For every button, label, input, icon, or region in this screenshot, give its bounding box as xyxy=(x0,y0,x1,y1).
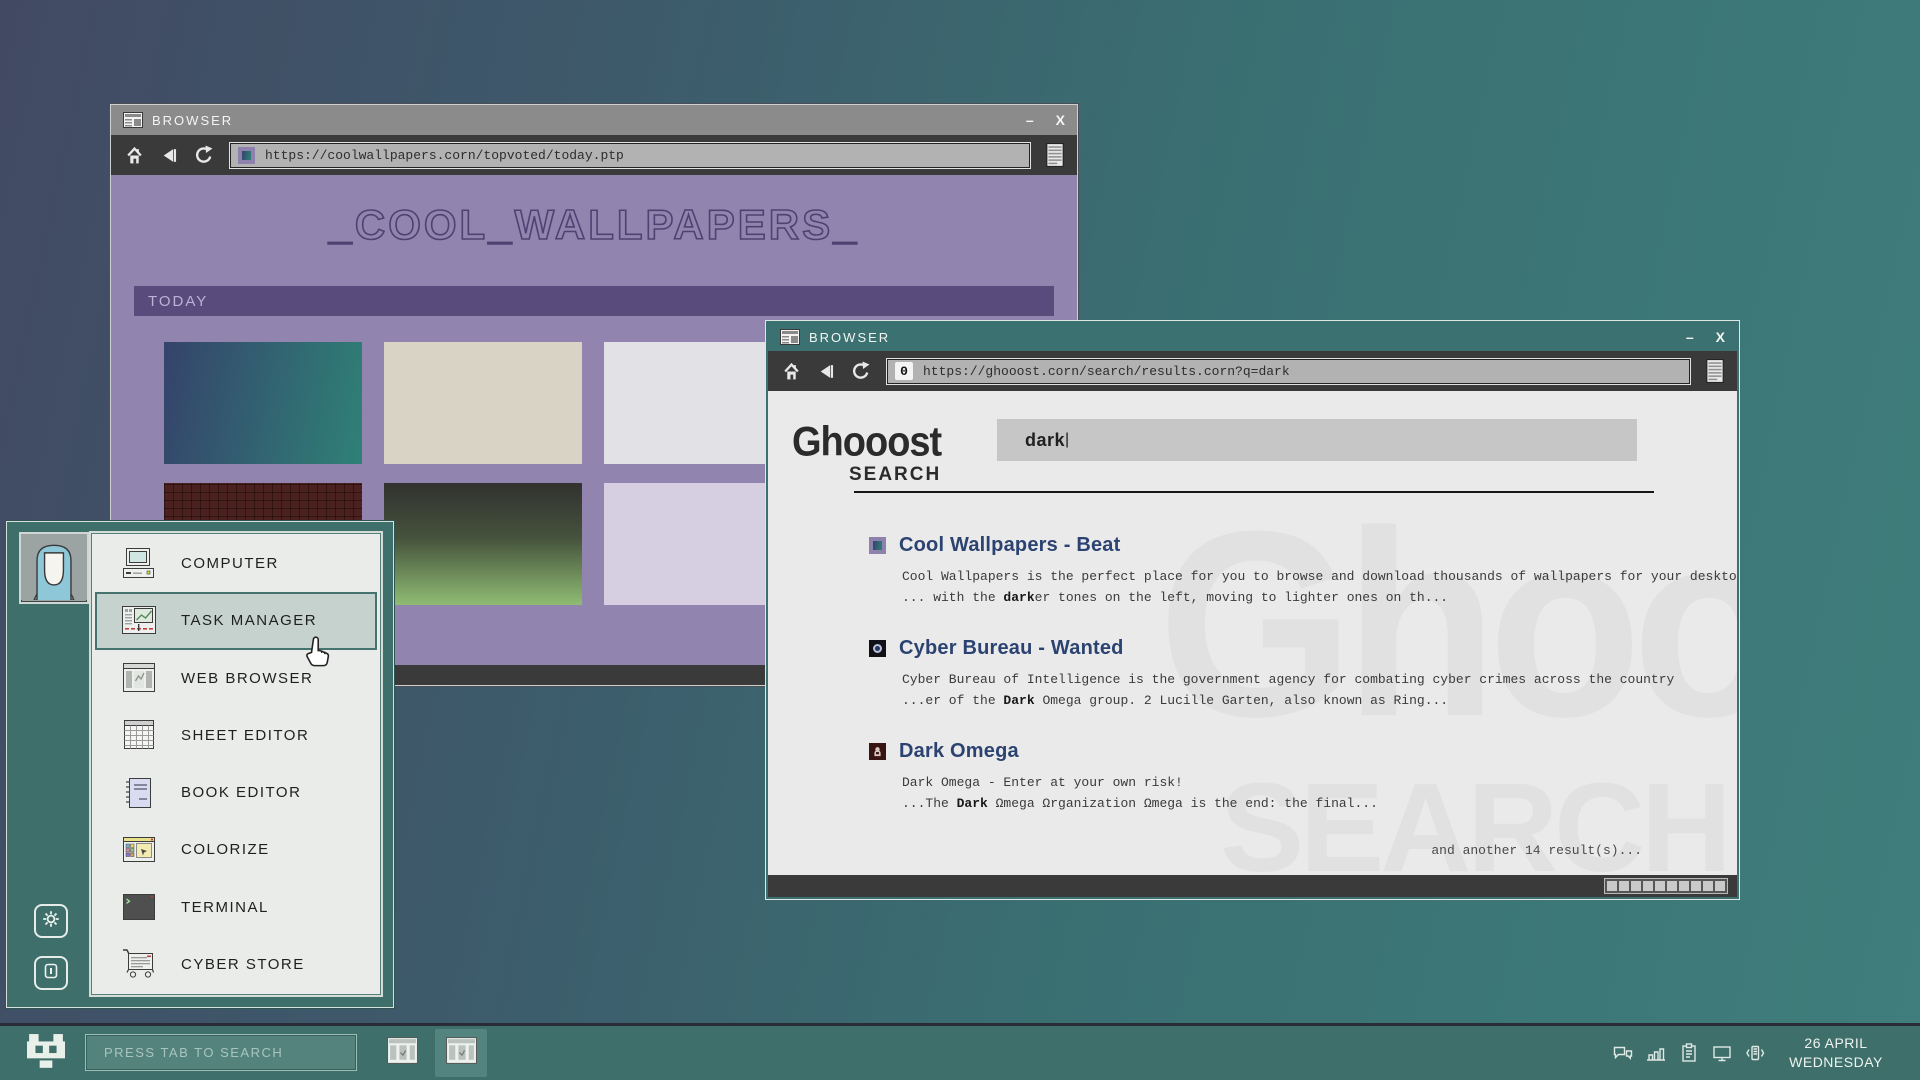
home-icon[interactable] xyxy=(781,361,801,381)
menu-item-cyber-store[interactable]: CYBER STORE xyxy=(95,936,377,993)
chat-icon[interactable] xyxy=(1612,1042,1634,1064)
search-result: Cyber Bureau - Wanted Cyber Bureau of In… xyxy=(869,637,1709,711)
mouse-cursor-hand xyxy=(302,636,332,670)
menu-item-book-editor[interactable]: BOOK EDITOR xyxy=(95,764,377,821)
avatar[interactable] xyxy=(19,532,89,604)
url-text: https://coolwallpapers.corn/topvoted/tod… xyxy=(265,148,624,163)
menu-item-colorize[interactable]: COLORIZE xyxy=(95,821,377,878)
back-icon[interactable] xyxy=(816,361,836,381)
result-snippet: ... with the darker tones on the left, m… xyxy=(902,587,1709,608)
clock-date: 26 APRIL WEDNESDAY xyxy=(1786,1034,1886,1072)
result-snippet: Cool Wallpapers is the perfect place for… xyxy=(902,566,1709,587)
start-button[interactable] xyxy=(24,1035,68,1073)
colorize-icon xyxy=(117,833,161,867)
cool-wallpapers-favicon xyxy=(238,147,255,164)
reader-icon[interactable] xyxy=(1706,359,1724,383)
result-snippet: ...er of the Dark Omega group. 2 Lucille… xyxy=(902,690,1709,711)
settings-button[interactable] xyxy=(34,904,68,938)
task-manager-icon xyxy=(117,604,161,638)
window-titlebar[interactable]: BROWSER – X xyxy=(111,105,1077,135)
menu-item-computer[interactable]: COMPUTER xyxy=(95,535,377,592)
web-browser-icon xyxy=(117,661,161,695)
ghooost-logo: Ghooost SEARCH xyxy=(792,419,941,486)
browser-toolbar: 0 https://ghooost.corn/search/results.co… xyxy=(768,351,1737,391)
power-icon xyxy=(41,961,61,986)
wallpaper-thumbnail[interactable] xyxy=(384,483,582,605)
browser-app-icon xyxy=(780,327,800,347)
search-result: Dark Omega Dark Omega - Enter at your ow… xyxy=(869,740,1709,814)
result-snippet: Dark Omega - Enter at your own risk! xyxy=(902,772,1709,793)
reader-icon[interactable] xyxy=(1046,143,1064,167)
cyber-bureau-favicon xyxy=(869,640,886,657)
desktop: { "desktop": { "background_css": "linear… xyxy=(0,0,1920,1080)
result-link[interactable]: Dark Omega xyxy=(899,740,1019,763)
segmented-progress-bar xyxy=(1604,878,1728,894)
home-icon[interactable] xyxy=(124,145,144,165)
ghooost-search-page: Ghooost SEARCH Ghooost SEARCH dark| Cool… xyxy=(768,391,1737,875)
url-bar[interactable]: 0 https://ghooost.corn/search/results.co… xyxy=(886,358,1691,385)
window-titlebar[interactable]: BROWSER – X xyxy=(768,323,1737,351)
window-title: BROWSER xyxy=(152,113,233,128)
power-button[interactable] xyxy=(34,956,68,990)
refresh-icon[interactable] xyxy=(851,361,871,381)
search-input[interactable]: dark| xyxy=(997,419,1637,461)
settings-gear-icon xyxy=(41,909,61,934)
result-link[interactable]: Cyber Bureau - Wanted xyxy=(899,637,1124,660)
browser-toolbar: https://coolwallpapers.corn/topvoted/tod… xyxy=(111,135,1077,175)
today-label: TODAY xyxy=(148,293,208,310)
browser-window-icon xyxy=(446,1037,477,1069)
phone-alert-icon[interactable] xyxy=(1744,1042,1766,1064)
taskbar-window-button[interactable] xyxy=(376,1029,428,1077)
divider xyxy=(854,491,1654,493)
cool-wallpapers-favicon xyxy=(869,537,886,554)
signal-bars-icon[interactable] xyxy=(1645,1042,1667,1064)
result-snippet: Cyber Bureau of Intelligence is the gove… xyxy=(902,669,1709,690)
site-title: _COOL_WALLPAPERS_ xyxy=(111,201,1077,249)
menu-item-task-manager[interactable]: TASK MANAGER xyxy=(95,592,377,649)
sheet-editor-icon xyxy=(117,718,161,752)
browser-window-icon xyxy=(387,1037,418,1069)
back-icon[interactable] xyxy=(159,145,179,165)
window-statusbar xyxy=(768,875,1737,897)
start-menu-app-list: COMPUTER TASK MANAGER WEB BROWSER SHEET … xyxy=(89,531,383,997)
browser-app-icon xyxy=(123,110,143,130)
clipboard-icon[interactable] xyxy=(1678,1042,1700,1064)
browser-window-front: BROWSER – X 0 https://ghooost.corn/searc… xyxy=(766,321,1739,899)
taskbar-search[interactable]: PRESS TAB TO SEARCH xyxy=(85,1034,357,1071)
url-text: https://ghooost.corn/search/results.corn… xyxy=(923,364,1290,379)
refresh-icon[interactable] xyxy=(194,145,214,165)
close-button[interactable]: X xyxy=(1056,113,1065,127)
search-result: Cool Wallpapers - Beat Cool Wallpapers i… xyxy=(869,534,1709,608)
menu-item-web-browser[interactable]: WEB BROWSER xyxy=(95,650,377,707)
window-title: BROWSER xyxy=(809,330,890,345)
close-button[interactable]: X xyxy=(1716,330,1725,344)
more-results-link[interactable]: and another 14 result(s)... xyxy=(1431,843,1642,858)
minimize-button[interactable]: – xyxy=(1026,113,1034,127)
wallpaper-thumbnail[interactable] xyxy=(384,342,582,464)
dark-omega-favicon xyxy=(869,743,886,760)
search-results: Cool Wallpapers - Beat Cool Wallpapers i… xyxy=(869,524,1709,843)
taskbar: PRESS TAB TO SEARCH 26 APRIL WEDNESDAY xyxy=(0,1023,1920,1080)
start-creature-icon xyxy=(27,1034,65,1075)
url-bar[interactable]: https://coolwallpapers.corn/topvoted/tod… xyxy=(229,142,1031,169)
today-section-banner: TODAY xyxy=(134,286,1054,316)
menu-item-sheet-editor[interactable]: SHEET EDITOR xyxy=(95,707,377,764)
wallpaper-thumbnail[interactable] xyxy=(164,342,362,464)
menu-item-terminal[interactable]: TERMINAL xyxy=(95,879,377,936)
cyber-store-icon xyxy=(117,947,161,981)
book-editor-icon xyxy=(117,776,161,810)
ghooost-favicon: 0 xyxy=(895,362,913,380)
terminal-icon xyxy=(117,890,161,924)
start-menu: COMPUTER TASK MANAGER WEB BROWSER SHEET … xyxy=(6,521,394,1008)
minimize-button[interactable]: – xyxy=(1686,330,1694,344)
taskbar-window-button-active[interactable] xyxy=(435,1029,487,1077)
taskbar-search-placeholder: PRESS TAB TO SEARCH xyxy=(104,1045,283,1060)
monitor-icon[interactable] xyxy=(1711,1042,1733,1064)
computer-icon xyxy=(117,547,161,581)
result-snippet: ...The Dark Ωmega Ωrganization Ωmega is … xyxy=(902,793,1709,814)
text-cursor: | xyxy=(1065,431,1069,449)
system-tray xyxy=(1612,1026,1766,1080)
result-link[interactable]: Cool Wallpapers - Beat xyxy=(899,534,1120,557)
